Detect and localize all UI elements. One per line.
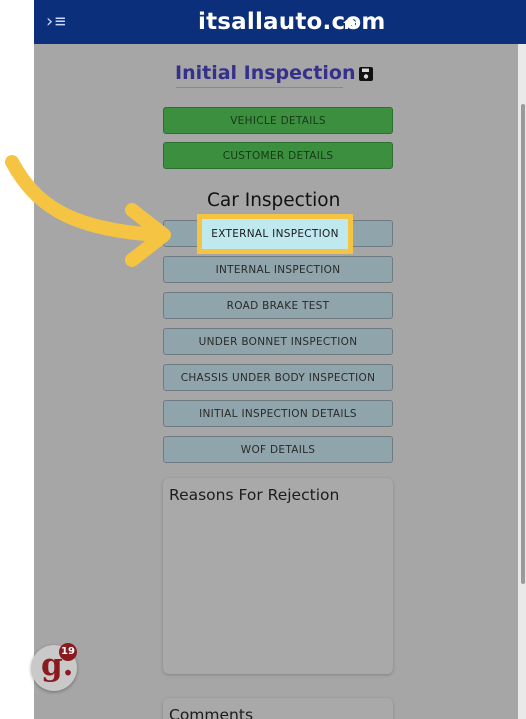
- comments-card[interactable]: Comments: [163, 698, 393, 719]
- pointer-arrow-icon: [5, 155, 171, 267]
- title-underline: [176, 87, 343, 88]
- save-icon[interactable]: [358, 66, 374, 82]
- highlight-box-external-inspection[interactable]: EXTERNAL INSPECTION: [197, 214, 353, 254]
- chassis-under-body-inspection-button[interactable]: CHASSIS UNDER BODY INSPECTION: [163, 364, 393, 391]
- app-window: ›≡ itsallauto.com Initial Inspection VEH…: [34, 0, 526, 719]
- reasons-for-rejection-card[interactable]: Reasons For Rejection: [163, 478, 393, 674]
- page-title: Initial Inspection: [175, 62, 356, 84]
- wof-details-button[interactable]: WOF DETAILS: [163, 436, 393, 463]
- reasons-for-rejection-title: Reasons For Rejection: [169, 486, 340, 504]
- top-app-bar: ›≡ itsallauto.com: [34, 0, 526, 44]
- road-brake-test-button[interactable]: ROAD BRAKE TEST: [163, 292, 393, 319]
- car-inspection-heading: Car Inspection: [207, 190, 341, 211]
- scrollbar[interactable]: [518, 44, 526, 719]
- initial-inspection-details-button[interactable]: INITIAL INSPECTION DETAILS: [163, 400, 393, 427]
- notification-badge-icon[interactable]: g. 19: [31, 643, 77, 691]
- comments-title: Comments: [169, 706, 254, 719]
- scrollbar-thumb[interactable]: [521, 104, 525, 584]
- vehicle-details-button[interactable]: VEHICLE DETAILS: [163, 107, 393, 134]
- badge-count: 19: [59, 643, 77, 661]
- home-icon[interactable]: [342, 15, 358, 31]
- menu-collapse-icon[interactable]: ›≡: [44, 10, 70, 34]
- under-bonnet-inspection-button[interactable]: UNDER BONNET INSPECTION: [163, 328, 393, 355]
